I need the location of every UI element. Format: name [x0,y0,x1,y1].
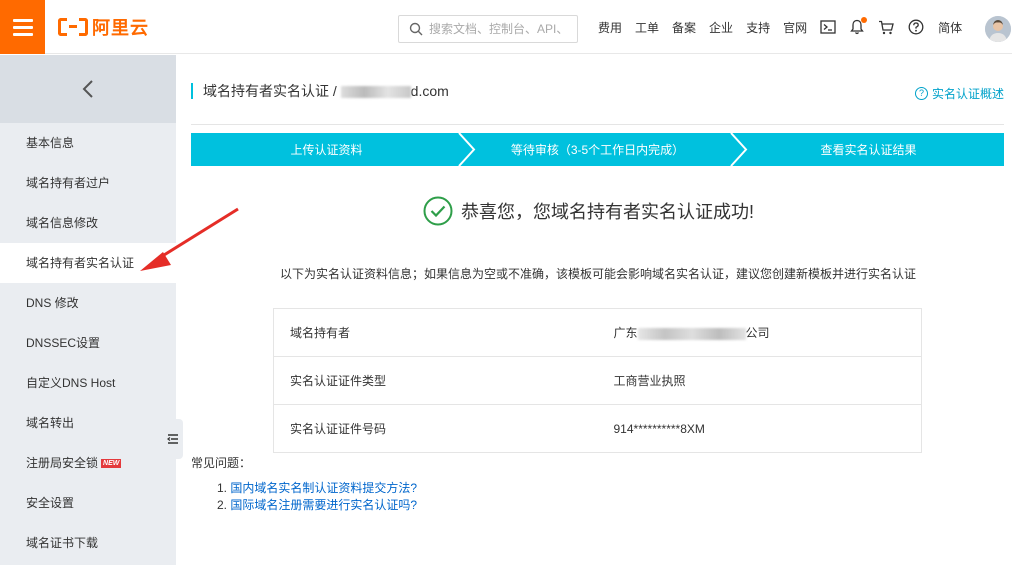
avatar[interactable] [985,16,1011,42]
row-value: 广东 公司 [614,309,922,357]
success-message: 恭喜您，您域名持有者实名认证成功! [423,196,754,226]
nav-enterprise[interactable]: 企业 [709,19,733,36]
table-row: 域名持有者 广东 公司 [274,309,922,357]
progress-steps: 上传认证资料 等待审核（3-5个工作日内完成） 查看实名认证结果 [191,133,1004,166]
overview-link-label: 实名认证概述 [931,87,1004,101]
nav-fees[interactable]: 费用 [598,19,622,36]
sidebar-toggle-icon[interactable] [163,419,183,459]
chevron-left-icon [82,80,93,98]
faq-title: 常见问题： [191,456,252,470]
main-content: 域名持有者实名认证 / d.com ? 实名认证概述 上传认证资料 等待审核（3… [191,55,1004,512]
holder-name-prefix: 广东 [613,326,638,340]
search-input[interactable] [429,22,569,36]
header-row: 域名持有者实名认证 / d.com ? 实名认证概述 [191,55,1004,125]
nav-website[interactable]: 官网 [783,19,807,36]
faq-link-international[interactable]: 国际域名注册需要进行实名认证吗? [230,498,417,512]
sidebar-item-certificate-download[interactable]: 域名证书下载 [0,523,176,563]
logo-mark-icon [58,18,88,36]
language-switch[interactable]: 简体 [938,19,962,36]
breadcrumb-domain-suffix: d.com [410,83,449,99]
info-description: 以下为实名认证资料信息；如果信息为空或不准确，该模板可能会影响域名实名认证，建议… [280,267,917,281]
sidebar-item-holder-transfer[interactable]: 域名持有者过户 [0,163,176,203]
nav-icp[interactable]: 备案 [672,19,696,36]
table-row: 实名认证证件类型 工商营业执照 [273,356,922,405]
sidebar-item-transfer-out[interactable]: 域名转出 [0,403,176,443]
overview-link[interactable]: ? 实名认证概述 [914,85,1004,102]
row-label: 域名持有者 [290,326,351,340]
search-box[interactable] [398,15,578,43]
breadcrumb: 域名持有者实名认证 / d.com [191,83,449,99]
new-badge: NEW [101,459,122,469]
faq-link-domestic[interactable]: 国内域名实名制认证资料提交方法? [230,481,417,495]
row-value: 工商营业执照 [613,356,922,405]
help-icon[interactable] [908,19,924,35]
sidebar-item-label: 注册局安全锁 [26,456,99,470]
auth-info-table: 域名持有者 广东 公司 实名认证证件类型 工商营业执照 实名认证证件号码 914*… [273,308,922,453]
aliyun-logo[interactable]: 阿里云 [58,16,149,38]
redacted-holder-name [637,327,746,340]
redacted-domain [340,86,411,99]
sidebar-item-dnssec[interactable]: DNSSEC设置 [0,323,176,363]
notification-dot [861,17,868,23]
faq-list: 1. 国内域名实名制认证资料提交方法? 2. 国际域名注册需要进行实名认证吗? [217,480,417,514]
row-label: 实名认证证件号码 [273,404,614,453]
terminal-icon[interactable] [820,20,836,34]
holder-name-suffix: 公司 [745,326,770,340]
top-bar: 阿里云 费用 工单 备案 企业 支持 官网 简体 [0,0,1012,54]
back-button[interactable] [0,55,176,123]
breadcrumb-prefix: 域名持有者实名认证 / [203,83,341,99]
sidebar-item-custom-dns-host[interactable]: 自定义DNS Host [0,363,176,403]
nav-support[interactable]: 支持 [746,19,770,36]
sidebar-item-dns-modify[interactable]: DNS 修改 [0,283,176,323]
bell-icon[interactable] [850,17,868,35]
faq-number: 2. [217,498,228,512]
sidebar-item-info-modify[interactable]: 域名信息修改 [0,203,176,243]
nav-tickets[interactable]: 工单 [635,19,659,36]
cart-icon[interactable] [878,20,894,35]
row-label: 实名认证证件类型 [273,356,614,405]
sidebar: 基本信息 域名持有者过户 域名信息修改 域名持有者实名认证 DNS 修改 DNS… [0,55,176,565]
sidebar-item-security-settings[interactable]: 安全设置 [0,483,176,523]
faq-item: 2. 国际域名注册需要进行实名认证吗? [217,497,417,514]
table-row: 实名认证证件号码 914**********8XM [273,404,922,453]
logo-text: 阿里云 [92,18,149,38]
step-divider-chevrons [458,133,748,166]
success-text: 恭喜您，您域名持有者实名认证成功! [461,202,754,222]
sidebar-item-real-name-auth[interactable]: 域名持有者实名认证 [0,243,176,283]
sidebar-item-registry-lock[interactable]: 注册局安全锁 NEW [0,443,176,483]
check-circle-icon [423,196,453,226]
faq-number: 1. [217,481,228,495]
sidebar-item-basic-info[interactable]: 基本信息 [0,123,176,163]
top-nav: 费用 工单 备案 企业 支持 官网 简体 [598,0,975,54]
row-value: 914**********8XM [613,404,922,453]
faq-item: 1. 国内域名实名制认证资料提交方法? [217,480,417,497]
menu-icon[interactable] [0,0,45,54]
search-icon [409,22,423,36]
question-icon: ? [914,87,928,100]
